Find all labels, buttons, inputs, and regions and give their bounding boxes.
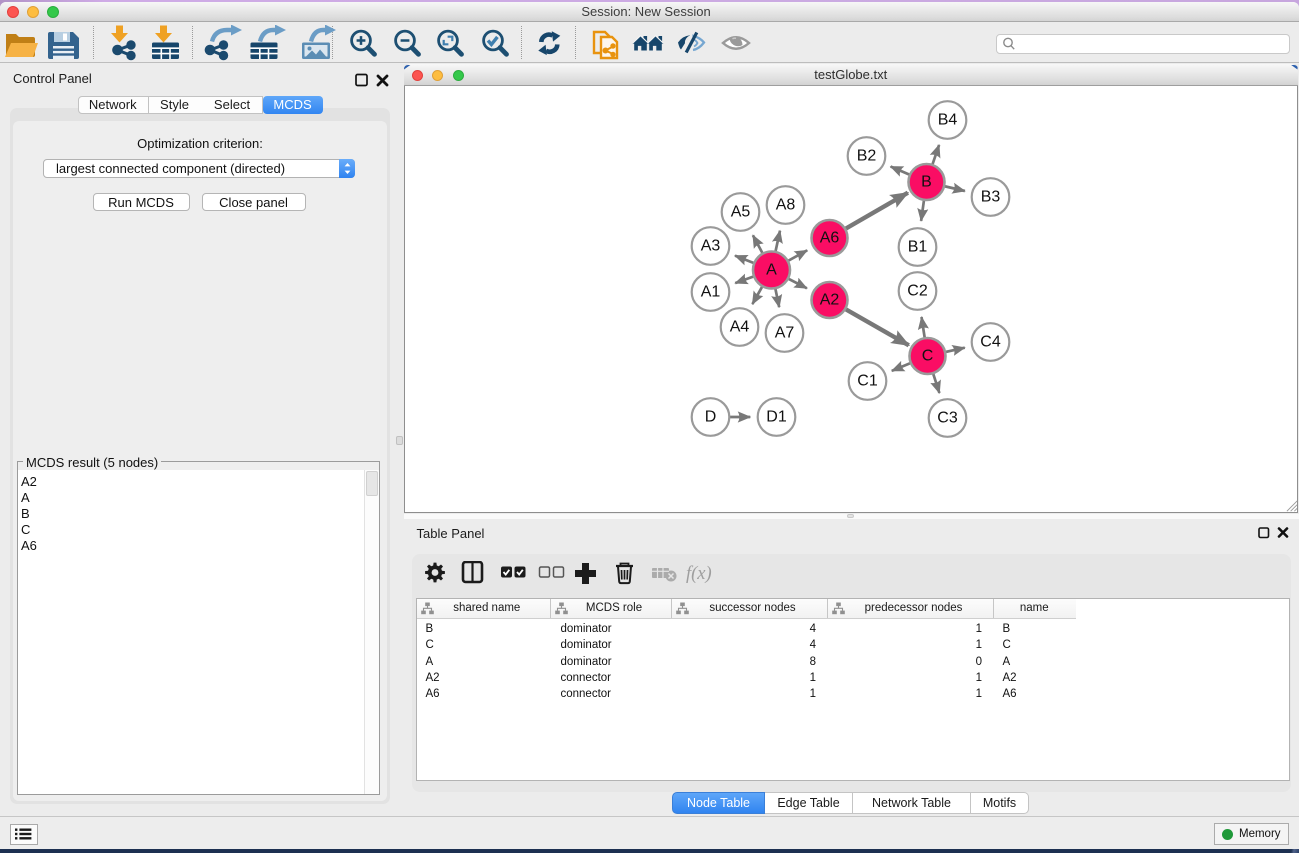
svg-text:A5: A5 [730, 204, 750, 221]
svg-text:C2: C2 [907, 283, 928, 300]
svg-text:A: A [766, 262, 777, 279]
svg-text:C4: C4 [980, 334, 1001, 351]
svg-text:A3: A3 [700, 238, 720, 255]
svg-text:A8: A8 [775, 197, 795, 214]
svg-text:B1: B1 [907, 239, 927, 256]
svg-text:A6: A6 [819, 230, 839, 247]
svg-text:C3: C3 [937, 410, 958, 427]
svg-text:f(x): f(x) [686, 564, 712, 584]
svg-text:B2: B2 [856, 148, 876, 165]
svg-text:D1: D1 [766, 409, 787, 426]
svg-text:C: C [921, 348, 933, 365]
svg-text:B: B [921, 174, 932, 191]
svg-text:C1: C1 [857, 373, 878, 390]
svg-text:A2: A2 [819, 292, 839, 309]
svg-text:B4: B4 [937, 112, 957, 129]
svg-text:A7: A7 [774, 325, 794, 342]
svg-text:A1: A1 [700, 284, 720, 301]
svg-text:A4: A4 [729, 319, 749, 336]
svg-text:B3: B3 [980, 189, 1000, 206]
svg-text:D: D [704, 409, 716, 426]
